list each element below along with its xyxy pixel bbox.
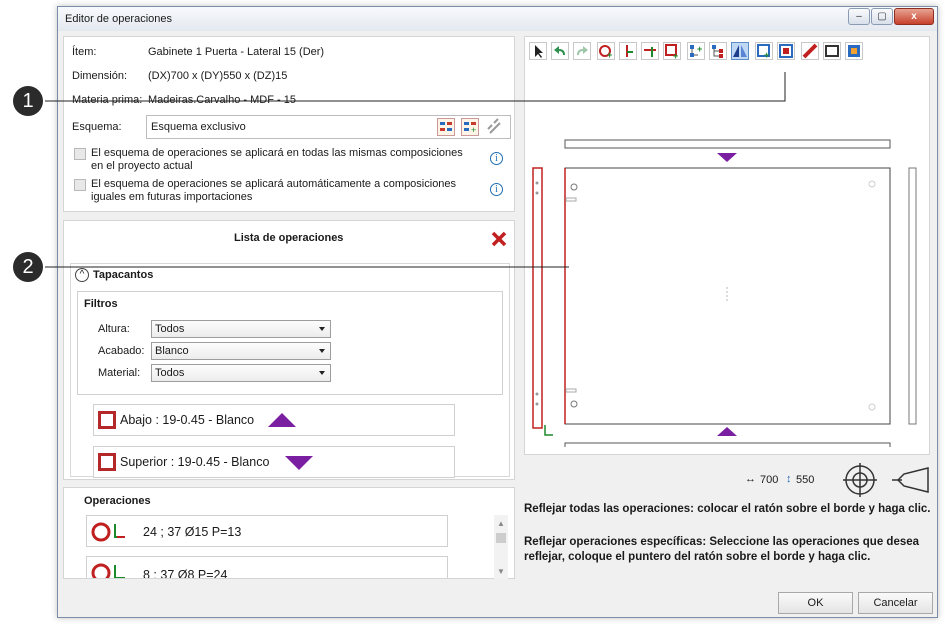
- callout-2: 2: [13, 252, 43, 282]
- callout-1: 1: [13, 86, 43, 116]
- callout-lines: [45, 72, 786, 268]
